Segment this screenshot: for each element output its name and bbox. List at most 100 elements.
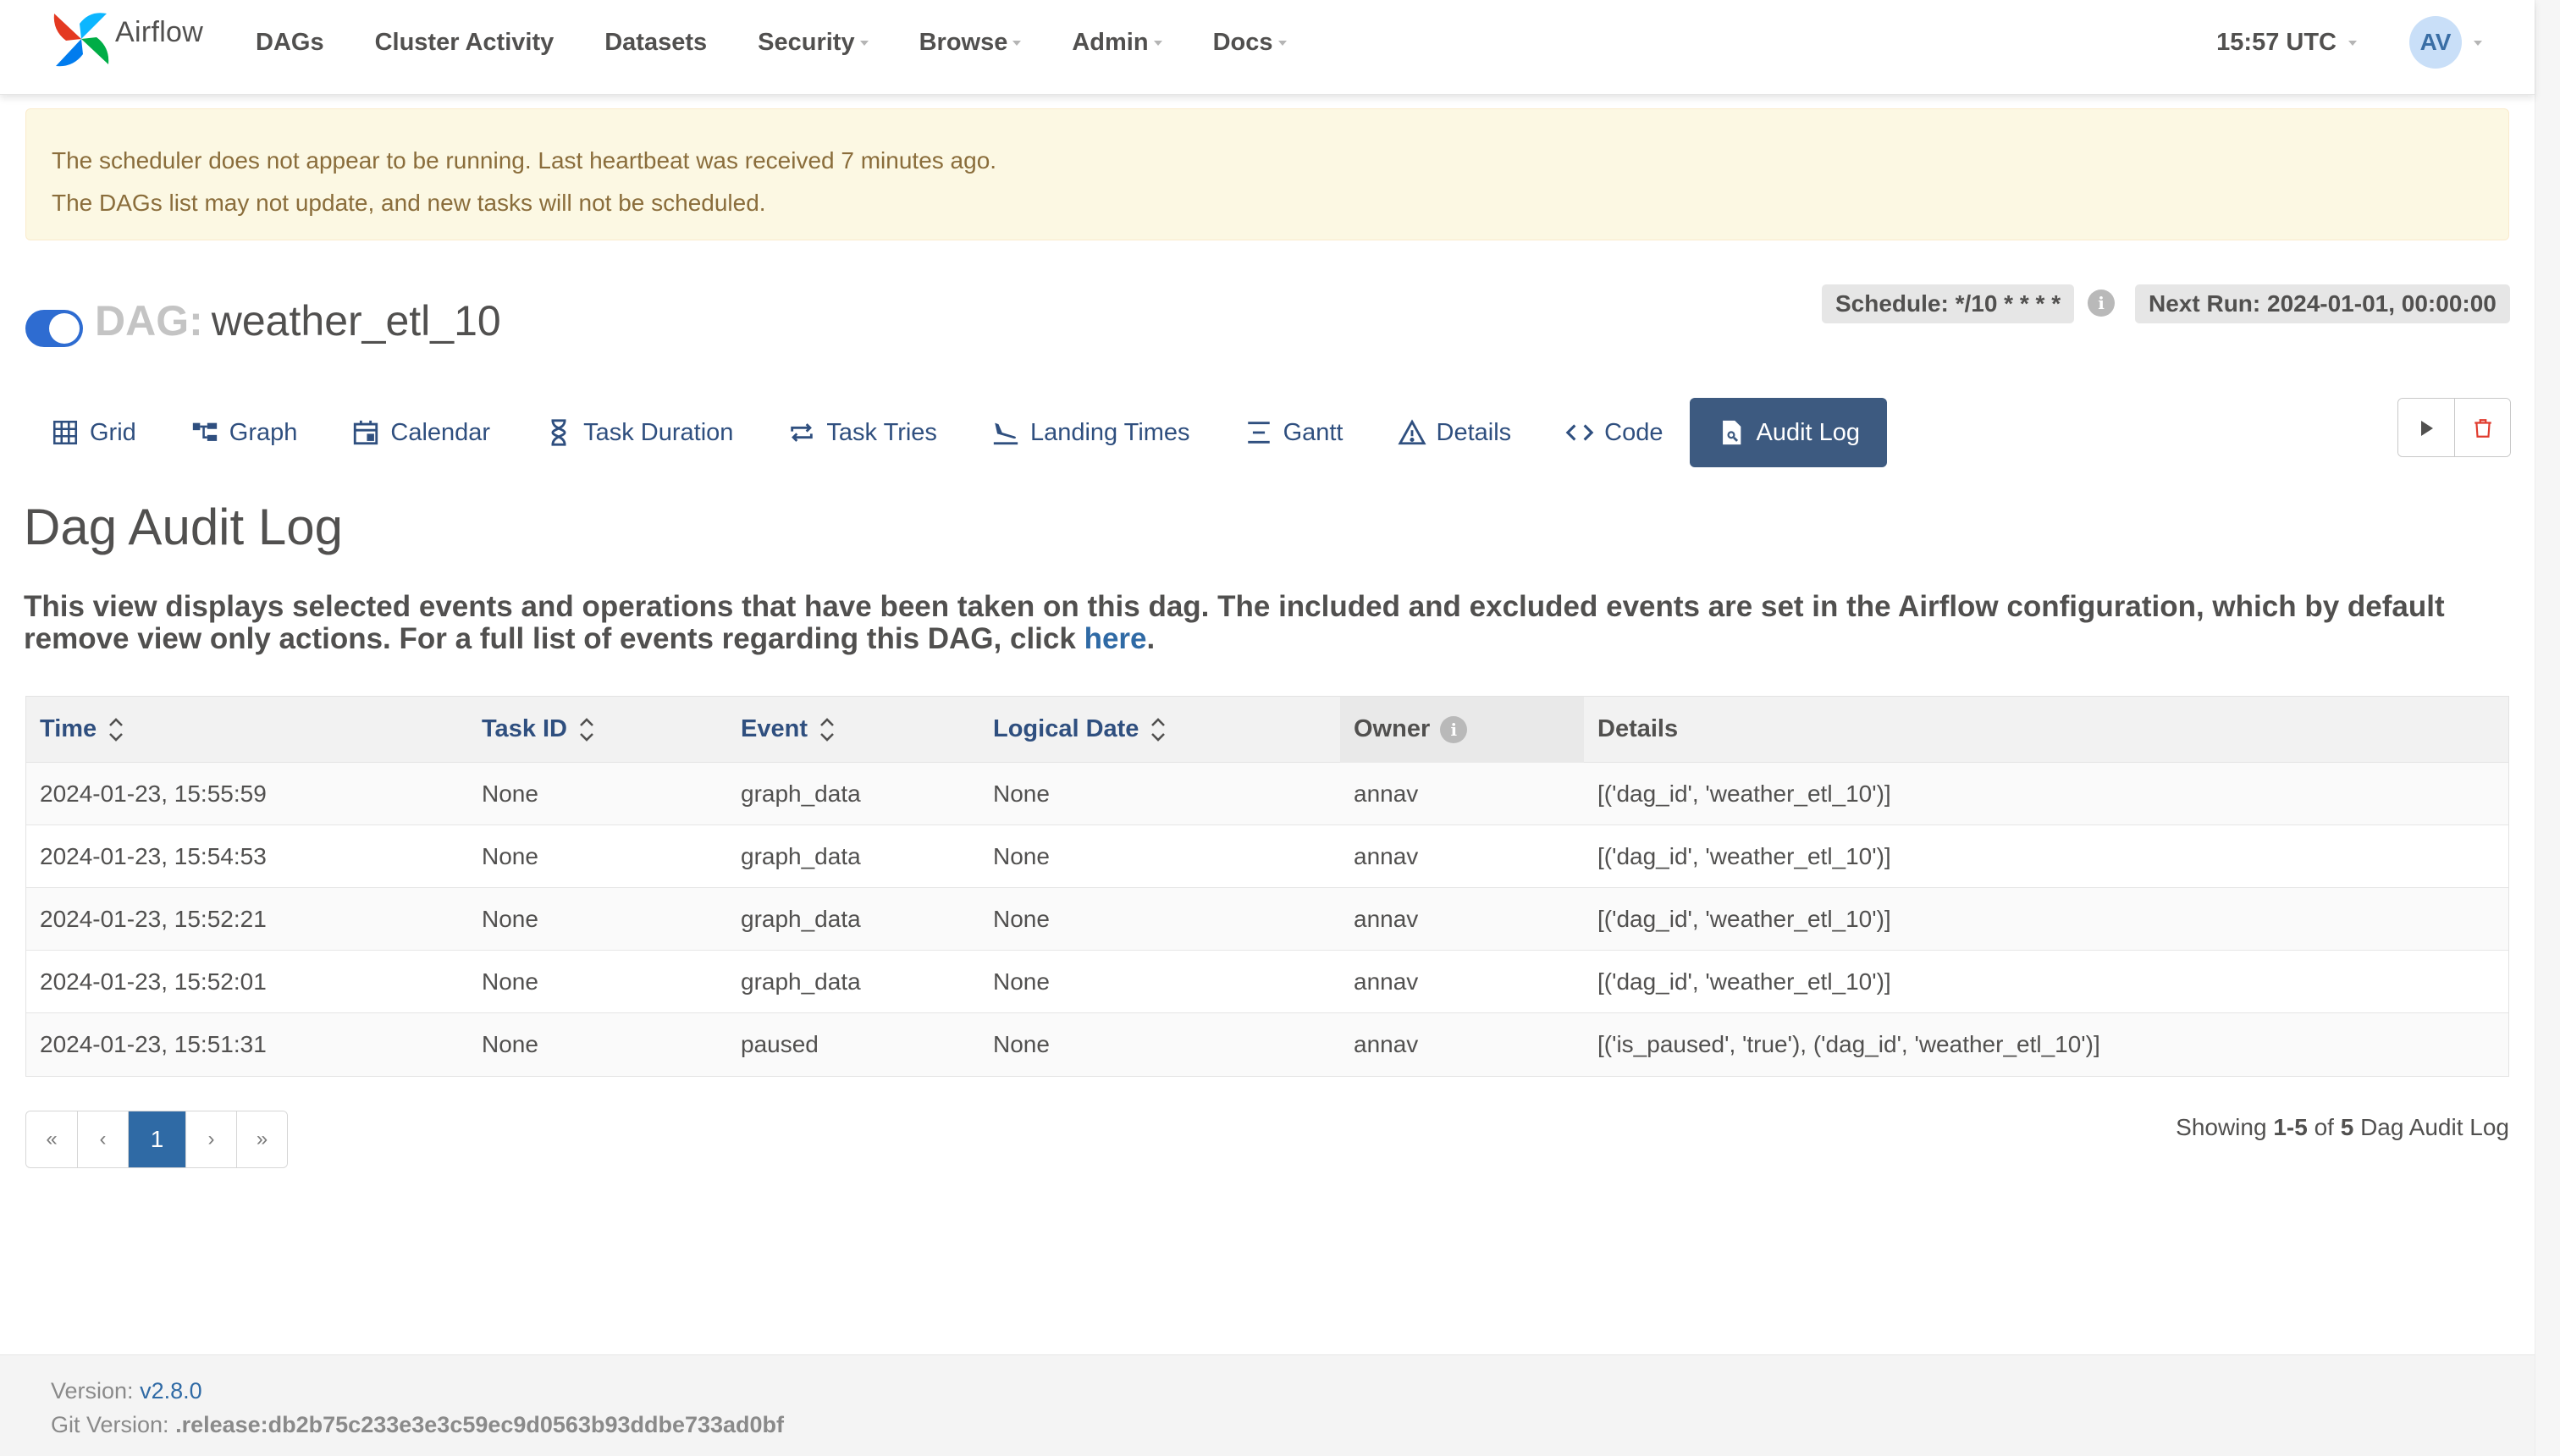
cell-details: [('dag_id', 'weather_etl_10')] xyxy=(1597,780,1891,807)
prev-page-button[interactable]: ‹ xyxy=(77,1111,128,1167)
cell-logical-date: None xyxy=(993,1031,1050,1057)
delete-dag-button[interactable] xyxy=(2454,399,2510,456)
warning-triangle-icon xyxy=(1397,419,1426,445)
plane-landing-icon xyxy=(993,422,1018,445)
dag-pause-toggle[interactable] xyxy=(25,310,83,347)
page-scrollbar[interactable] xyxy=(2535,0,2560,1456)
tab-details[interactable]: Details xyxy=(1371,398,1539,467)
tab-calendar[interactable]: Calendar xyxy=(324,398,517,467)
nav-admin-label: Admin xyxy=(1072,28,1149,56)
airflow-pinwheel-icon xyxy=(53,13,109,67)
description-text: This view displays selected events and o… xyxy=(24,590,2445,655)
tab-calendar-label: Calendar xyxy=(390,418,491,446)
cell-task-id: None xyxy=(482,780,538,807)
timezone-dropdown[interactable]: 15:57 UTC xyxy=(2216,29,2357,57)
git-version-line: Git Version: .release:db2b75c233e3e3c59e… xyxy=(51,1408,2535,1442)
cell-details: [('dag_id', 'weather_etl_10')] xyxy=(1597,842,1891,869)
tab-audit-log[interactable]: Audit Log xyxy=(1690,398,1888,467)
top-navbar: Airflow DAGs Cluster Activity Datasets S… xyxy=(0,0,2535,95)
info-icon[interactable]: i xyxy=(2088,290,2115,317)
repeat-icon xyxy=(791,423,814,442)
current-time: 15:57 UTC xyxy=(2216,28,2337,56)
user-menu[interactable]: AV xyxy=(2409,16,2482,69)
column-header-event[interactable]: Event xyxy=(727,697,979,763)
airflow-logo[interactable]: Airflow xyxy=(49,7,203,71)
tab-task-duration[interactable]: Task Duration xyxy=(517,398,760,467)
tab-graph-label: Graph xyxy=(229,418,298,446)
showing-total: 5 xyxy=(2340,1114,2354,1140)
nav-datasets[interactable]: Datasets xyxy=(604,29,707,57)
cell-owner: annav xyxy=(1354,842,1419,869)
nav-browse[interactable]: Browse xyxy=(919,29,1022,57)
full-events-link[interactable]: here xyxy=(1084,622,1147,655)
nav-cluster-activity[interactable]: Cluster Activity xyxy=(375,29,554,57)
tab-task-tries[interactable]: Task Tries xyxy=(760,398,964,467)
sort-icon xyxy=(107,715,125,744)
tab-code[interactable]: Code xyxy=(1538,398,1690,467)
alert-line-2: The DAGs list may not update, and new ta… xyxy=(52,190,766,216)
nav-security[interactable]: Security xyxy=(758,28,869,57)
table-row: 2024-01-23, 15:51:31 None paused None an… xyxy=(26,1013,2508,1076)
version-link[interactable]: v2.8.0 xyxy=(140,1378,202,1404)
next-page-button[interactable]: › xyxy=(185,1111,236,1167)
grid-icon xyxy=(52,420,78,445)
pagination: « ‹ 1 › » xyxy=(25,1111,288,1168)
page-1-button[interactable]: 1 xyxy=(128,1111,185,1167)
column-header-task-id[interactable]: Task ID xyxy=(468,697,727,763)
tab-grid[interactable]: Grid xyxy=(25,398,163,467)
cell-details: [('is_paused', 'true'), ('dag_id', 'weat… xyxy=(1597,1031,2100,1057)
dag-view-tabs: Grid Graph Calendar Task Duration Task T… xyxy=(25,398,1888,467)
caret-down-icon xyxy=(1277,41,1287,46)
nav-datasets-label: Datasets xyxy=(604,28,708,56)
version-line: Version: v2.8.0 xyxy=(51,1374,2535,1408)
sort-icon xyxy=(818,715,836,744)
nav-dags[interactable]: DAGs xyxy=(256,29,324,57)
column-header-label: Task ID xyxy=(482,715,568,742)
cell-task-id: None xyxy=(482,842,538,869)
tab-gantt[interactable]: Gantt xyxy=(1217,398,1371,467)
tab-landing-times[interactable]: Landing Times xyxy=(964,398,1217,467)
column-header-time[interactable]: Time xyxy=(26,697,468,763)
column-header-logical-date[interactable]: Logical Date xyxy=(979,697,1340,763)
cell-logical-date: None xyxy=(993,968,1050,995)
column-header-label: Time xyxy=(40,715,97,742)
last-page-button[interactable]: » xyxy=(236,1111,287,1167)
cell-task-id: None xyxy=(482,905,538,932)
play-icon xyxy=(2421,421,2433,436)
showing-range: 1-5 xyxy=(2273,1114,2308,1140)
info-icon[interactable]: i xyxy=(1440,715,1468,743)
nav-dags-label: DAGs xyxy=(256,28,324,56)
tab-details-label: Details xyxy=(1436,418,1512,446)
dag-action-buttons xyxy=(2397,398,2511,457)
tab-graph[interactable]: Graph xyxy=(163,398,325,467)
nav-admin[interactable]: Admin xyxy=(1072,28,1162,57)
showing-count: Showing 1-5 of 5 Dag Audit Log xyxy=(2176,1114,2509,1141)
nav-security-label: Security xyxy=(758,28,855,56)
tab-task-tries-label: Task Tries xyxy=(826,418,937,446)
logo-text: Airflow xyxy=(115,15,204,48)
showing-prefix: Showing xyxy=(2176,1114,2274,1140)
tab-grid-label: Grid xyxy=(90,418,136,446)
caret-down-icon xyxy=(2348,41,2357,46)
first-page-button[interactable]: « xyxy=(26,1111,77,1167)
nav-docs[interactable]: Docs xyxy=(1213,29,1287,57)
dag-title: DAG: weather_etl_10 xyxy=(95,296,501,345)
dag-id[interactable]: weather_etl_10 xyxy=(212,297,501,345)
footer: Version: v2.8.0 Git Version: .release:db… xyxy=(0,1354,2535,1456)
table-row: 2024-01-23, 15:52:21 None graph_data Non… xyxy=(26,888,2508,951)
cell-logical-date: None xyxy=(993,842,1050,869)
version-label: Version: xyxy=(51,1378,141,1404)
table-body: 2024-01-23, 15:55:59 None graph_data Non… xyxy=(26,763,2508,1076)
cell-event: graph_data xyxy=(741,780,861,807)
column-header-label: Owner xyxy=(1354,715,1431,742)
trigger-dag-button[interactable] xyxy=(2398,399,2454,456)
avatar: AV xyxy=(2409,16,2462,69)
dag-label: DAG: xyxy=(95,297,203,345)
page-description: This view displays selected events and o… xyxy=(24,591,2513,655)
cell-time: 2024-01-23, 15:55:59 xyxy=(40,780,267,807)
caret-down-icon xyxy=(2474,41,2482,46)
cell-details: [('dag_id', 'weather_etl_10')] xyxy=(1597,905,1891,932)
code-icon xyxy=(1565,424,1594,441)
calendar-icon xyxy=(354,420,378,445)
column-header-label: Logical Date xyxy=(993,715,1139,742)
